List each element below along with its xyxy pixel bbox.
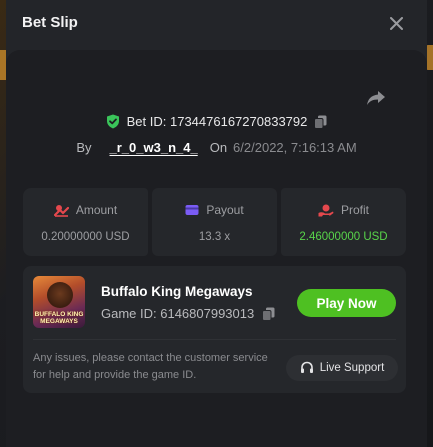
thumbnail-caption: BUFFALO KING MEGAWAYS xyxy=(34,311,84,325)
headset-icon xyxy=(300,361,313,373)
buffalo-artwork xyxy=(47,282,73,308)
bet-date: 6/2/2022, 7:16:13 AM xyxy=(233,140,357,155)
on-label: On xyxy=(209,140,228,155)
live-support-label: Live Support xyxy=(319,362,385,374)
by-label: By xyxy=(76,140,92,155)
modal-title: Bet Slip xyxy=(22,14,78,31)
support-message: Any issues, please contact the customer … xyxy=(33,352,268,381)
game-id-row: Game ID: 6146807993013 xyxy=(101,306,275,321)
copy-icon xyxy=(314,115,327,129)
game-id-text: Game ID: 6146807993013 xyxy=(101,306,255,321)
amount-label: Amount xyxy=(75,203,118,217)
bet-author-row: By _r_0_w3_n_4_ On 6/2/2022, 7:16:13 AM xyxy=(6,140,427,155)
copy-icon xyxy=(262,307,275,321)
bet-slip-modal: Bet Slip Bet ID: 1734476167270833792 By … xyxy=(6,0,427,447)
payout-stat: Payout 13.3 x xyxy=(152,188,277,256)
payout-label: Payout xyxy=(206,203,244,217)
modal-header: Bet Slip xyxy=(6,0,427,48)
bet-details-panel: Bet ID: 1734476167270833792 By _r_0_w3_n… xyxy=(6,50,427,447)
bet-id-text: Bet ID: 1734476167270833792 xyxy=(126,114,308,129)
bet-stats: Amount 0.20000000 USD Payout 13.3 x Prof… xyxy=(23,188,406,256)
share-button[interactable] xyxy=(364,88,388,108)
wallet-icon xyxy=(185,205,199,215)
payout-value: 13.3 x xyxy=(198,231,231,243)
coins-icon xyxy=(53,204,69,217)
play-now-button[interactable]: Play Now xyxy=(297,289,396,317)
close-icon xyxy=(389,16,403,30)
share-icon xyxy=(367,91,385,105)
copy-game-id-button[interactable] xyxy=(262,307,275,321)
username-link[interactable]: _r_0_w3_n_4_ xyxy=(110,140,198,155)
live-support-button[interactable]: Live Support xyxy=(286,355,398,381)
game-title: Buffalo King Megaways xyxy=(101,284,253,299)
amount-stat: Amount 0.20000000 USD xyxy=(23,188,148,256)
bet-id-row: Bet ID: 1734476167270833792 xyxy=(6,114,427,129)
card-divider xyxy=(33,339,396,340)
copy-bet-id-button[interactable] xyxy=(314,115,327,129)
game-thumbnail[interactable]: BUFFALO KING MEGAWAYS xyxy=(33,276,85,328)
profit-stat: Profit 2.46000000 USD xyxy=(281,188,406,256)
profit-label: Profit xyxy=(340,203,369,217)
shield-check-icon xyxy=(106,114,119,129)
close-button[interactable] xyxy=(385,12,407,34)
game-card: BUFFALO KING MEGAWAYS Buffalo King Megaw… xyxy=(23,266,406,393)
amount-value: 0.20000000 USD xyxy=(41,231,130,243)
hand-coin-icon xyxy=(318,204,334,216)
profit-value: 2.46000000 USD xyxy=(299,231,388,243)
